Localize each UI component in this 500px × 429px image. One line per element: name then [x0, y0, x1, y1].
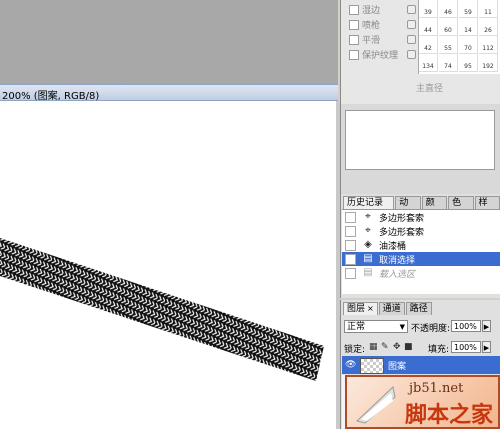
lock-image-icon[interactable]: ✎: [381, 342, 389, 352]
tab-paths[interactable]: 路径: [405, 302, 432, 315]
tab-swatches[interactable]: 色板: [448, 196, 474, 220]
brush-preset[interactable]: 112: [479, 36, 498, 54]
document-title-bar[interactable]: 200% (图案, RGB/8): [0, 84, 338, 102]
deselect-icon: ▤: [363, 253, 373, 264]
brush-preset[interactable]: 70: [459, 36, 478, 54]
history-list: ⌖ 多边形套索 ⌖ 多边形套索 ◈ 油漆桶 ▤ 取消选择 ▤ 载入选区: [342, 209, 500, 294]
protect-texture-label: 保护纹理: [362, 51, 399, 61]
opacity-slider-button[interactable]: ▶: [482, 320, 491, 332]
history-item[interactable]: ⌖ 多边形套索: [342, 224, 500, 238]
load-selection-icon: ▤: [363, 267, 373, 278]
history-brush-checkbox[interactable]: [345, 225, 356, 237]
brush-preset[interactable]: 46: [439, 0, 458, 18]
brush-preset[interactable]: 60: [439, 18, 458, 36]
tab-history[interactable]: 历史记录×: [343, 196, 395, 219]
option-wet-edges[interactable]: 湿边: [349, 3, 416, 16]
chevron-down-icon: ▼: [399, 323, 405, 331]
layer-row-selected[interactable]: 👁 图案: [342, 356, 500, 374]
workspace-background: [0, 0, 338, 84]
airbrush-checkbox[interactable]: [349, 19, 359, 30]
document-canvas[interactable]: [0, 101, 336, 429]
history-item-current[interactable]: ▤ 取消选择: [342, 252, 500, 266]
layer-name: 图案: [388, 362, 407, 372]
layers-panel-tabs: 图层 × 通道 路径: [343, 302, 432, 315]
lock-icon: [407, 5, 416, 14]
opacity-label: 不透明度:: [411, 324, 451, 334]
site-watermark: jb51.net 脚本之家: [345, 375, 500, 429]
brush-stroke-preview: [345, 110, 495, 170]
lock-all-icon[interactable]: ■: [404, 342, 413, 352]
lasso-icon: ⌖: [365, 225, 371, 236]
history-brush-checkbox[interactable]: [345, 253, 356, 265]
history-item[interactable]: ◈ 油漆桶: [342, 238, 500, 252]
eye-icon[interactable]: 👁: [345, 360, 356, 370]
brush-preset[interactable]: 134: [419, 54, 438, 72]
close-icon[interactable]: ×: [367, 304, 374, 313]
layer-thumbnail: [360, 358, 384, 374]
lock-label: 锁定:: [344, 345, 366, 355]
wet-edges-checkbox[interactable]: [349, 4, 359, 15]
history-item[interactable]: ⌖ 多边形套索: [342, 210, 500, 224]
opacity-field[interactable]: 100%: [451, 320, 481, 332]
history-brush-checkbox[interactable]: [345, 239, 356, 251]
wet-edges-label: 湿边: [362, 6, 381, 16]
option-smoothing[interactable]: 平滑: [349, 33, 416, 46]
paint-bucket-icon: ◈: [364, 239, 372, 250]
option-protect-texture[interactable]: 保护纹理: [349, 48, 416, 61]
lock-icon: [407, 35, 416, 44]
lasso-icon: ⌖: [365, 211, 371, 222]
brush-preset[interactable]: 39: [419, 0, 438, 18]
brush-preset[interactable]: 55: [439, 36, 458, 54]
fill-label: 填充:: [428, 345, 450, 355]
tab-actions[interactable]: 动作: [395, 196, 421, 220]
tab-color[interactable]: 颜色: [421, 196, 448, 220]
protect-texture-checkbox[interactable]: [349, 49, 359, 60]
blend-mode-select[interactable]: 正常 ▼: [344, 320, 408, 333]
lock-icon: [407, 50, 416, 59]
brush-preset[interactable]: 44: [419, 18, 438, 36]
brush-preset[interactable]: 95: [459, 54, 478, 72]
tab-channels[interactable]: 通道: [378, 302, 405, 315]
brush-preset[interactable]: 14: [459, 18, 478, 36]
smoothing-checkbox[interactable]: [349, 34, 359, 45]
watermark-name: 脚本之家: [405, 402, 494, 428]
tab-layers[interactable]: 图层 ×: [343, 302, 378, 315]
history-panel-tabs: 历史记录× 动作 颜色 色板 样式: [343, 196, 500, 220]
master-diameter-label: 主直径: [416, 84, 444, 94]
airbrush-label: 喷枪: [362, 21, 381, 31]
smoothing-label: 平滑: [362, 36, 381, 46]
tab-styles[interactable]: 样式: [474, 196, 500, 220]
brush-panel: 湿边 喷枪 平滑 保护纹理 39 46 59 11 44 60 14 26 42…: [340, 0, 500, 104]
pattern-band: [0, 238, 324, 381]
history-brush-checkbox[interactable]: [345, 211, 356, 223]
fill-slider-button[interactable]: ▶: [482, 341, 491, 353]
lock-position-icon[interactable]: ✥: [393, 342, 401, 352]
brush-preset-grid: 39 46 59 11 44 60 14 26 42 55 70 112 134…: [418, 0, 500, 74]
brush-preset[interactable]: 59: [459, 0, 478, 18]
brush-preset[interactable]: 42: [419, 36, 438, 54]
brush-preset[interactable]: 74: [439, 54, 458, 72]
lock-transparency-icon[interactable]: ▦: [369, 342, 378, 352]
brush-preset[interactable]: 11: [479, 0, 498, 18]
fill-field[interactable]: 100%: [451, 341, 481, 353]
document-title: 200% (图案, RGB/8): [2, 91, 100, 102]
history-item[interactable]: ▤ 载入选区: [342, 266, 500, 280]
brush-preset[interactable]: 192: [479, 54, 498, 72]
brush-preset[interactable]: 26: [479, 18, 498, 36]
lock-icon: [407, 20, 416, 29]
watermark-logo-icon: [355, 386, 396, 424]
history-brush-checkbox[interactable]: [345, 267, 356, 279]
watermark-site: jb51.net: [409, 381, 464, 396]
history-panel: 历史记录× 动作 颜色 色板 样式 ⌖ 多边形套索 ⌖ 多边形套索 ◈ 油漆桶 …: [340, 194, 500, 298]
option-airbrush[interactable]: 喷枪: [349, 18, 416, 31]
